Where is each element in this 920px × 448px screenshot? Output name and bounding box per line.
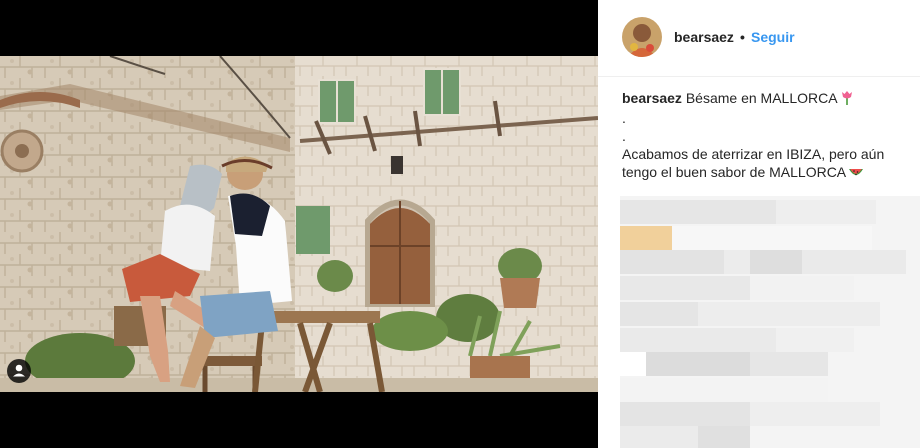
avatar[interactable] bbox=[622, 17, 662, 57]
caption-line: Acabamos de aterrizar en IBIZA, pero aún bbox=[622, 146, 885, 162]
caption-dot: . bbox=[622, 128, 626, 144]
pixelated-comments bbox=[620, 196, 920, 448]
caption-dot: . bbox=[622, 110, 626, 126]
user-tag-button[interactable] bbox=[7, 359, 31, 383]
follow-button[interactable]: Seguir bbox=[751, 29, 795, 45]
post-header: bearsaez • Seguir bbox=[598, 0, 920, 77]
caption-username[interactable]: bearsaez bbox=[622, 90, 682, 106]
post-media bbox=[0, 0, 598, 448]
username-link[interactable]: bearsaez bbox=[674, 29, 734, 45]
watermelon-icon bbox=[848, 165, 864, 183]
tulip-icon bbox=[840, 90, 854, 109]
caption-line: tengo el buen sabor de MALLORCA bbox=[622, 164, 847, 180]
user-tag-icon bbox=[13, 364, 25, 377]
post-photo[interactable] bbox=[0, 56, 598, 392]
post-caption: bearsaez Bésame en MALLORCA . . Acabamos… bbox=[622, 89, 906, 183]
caption-text: Bésame en MALLORCA bbox=[685, 90, 838, 106]
post-sidebar: bearsaez • Seguir bearsaez Bésame en MAL… bbox=[598, 0, 920, 448]
header-separator: • bbox=[740, 29, 745, 45]
